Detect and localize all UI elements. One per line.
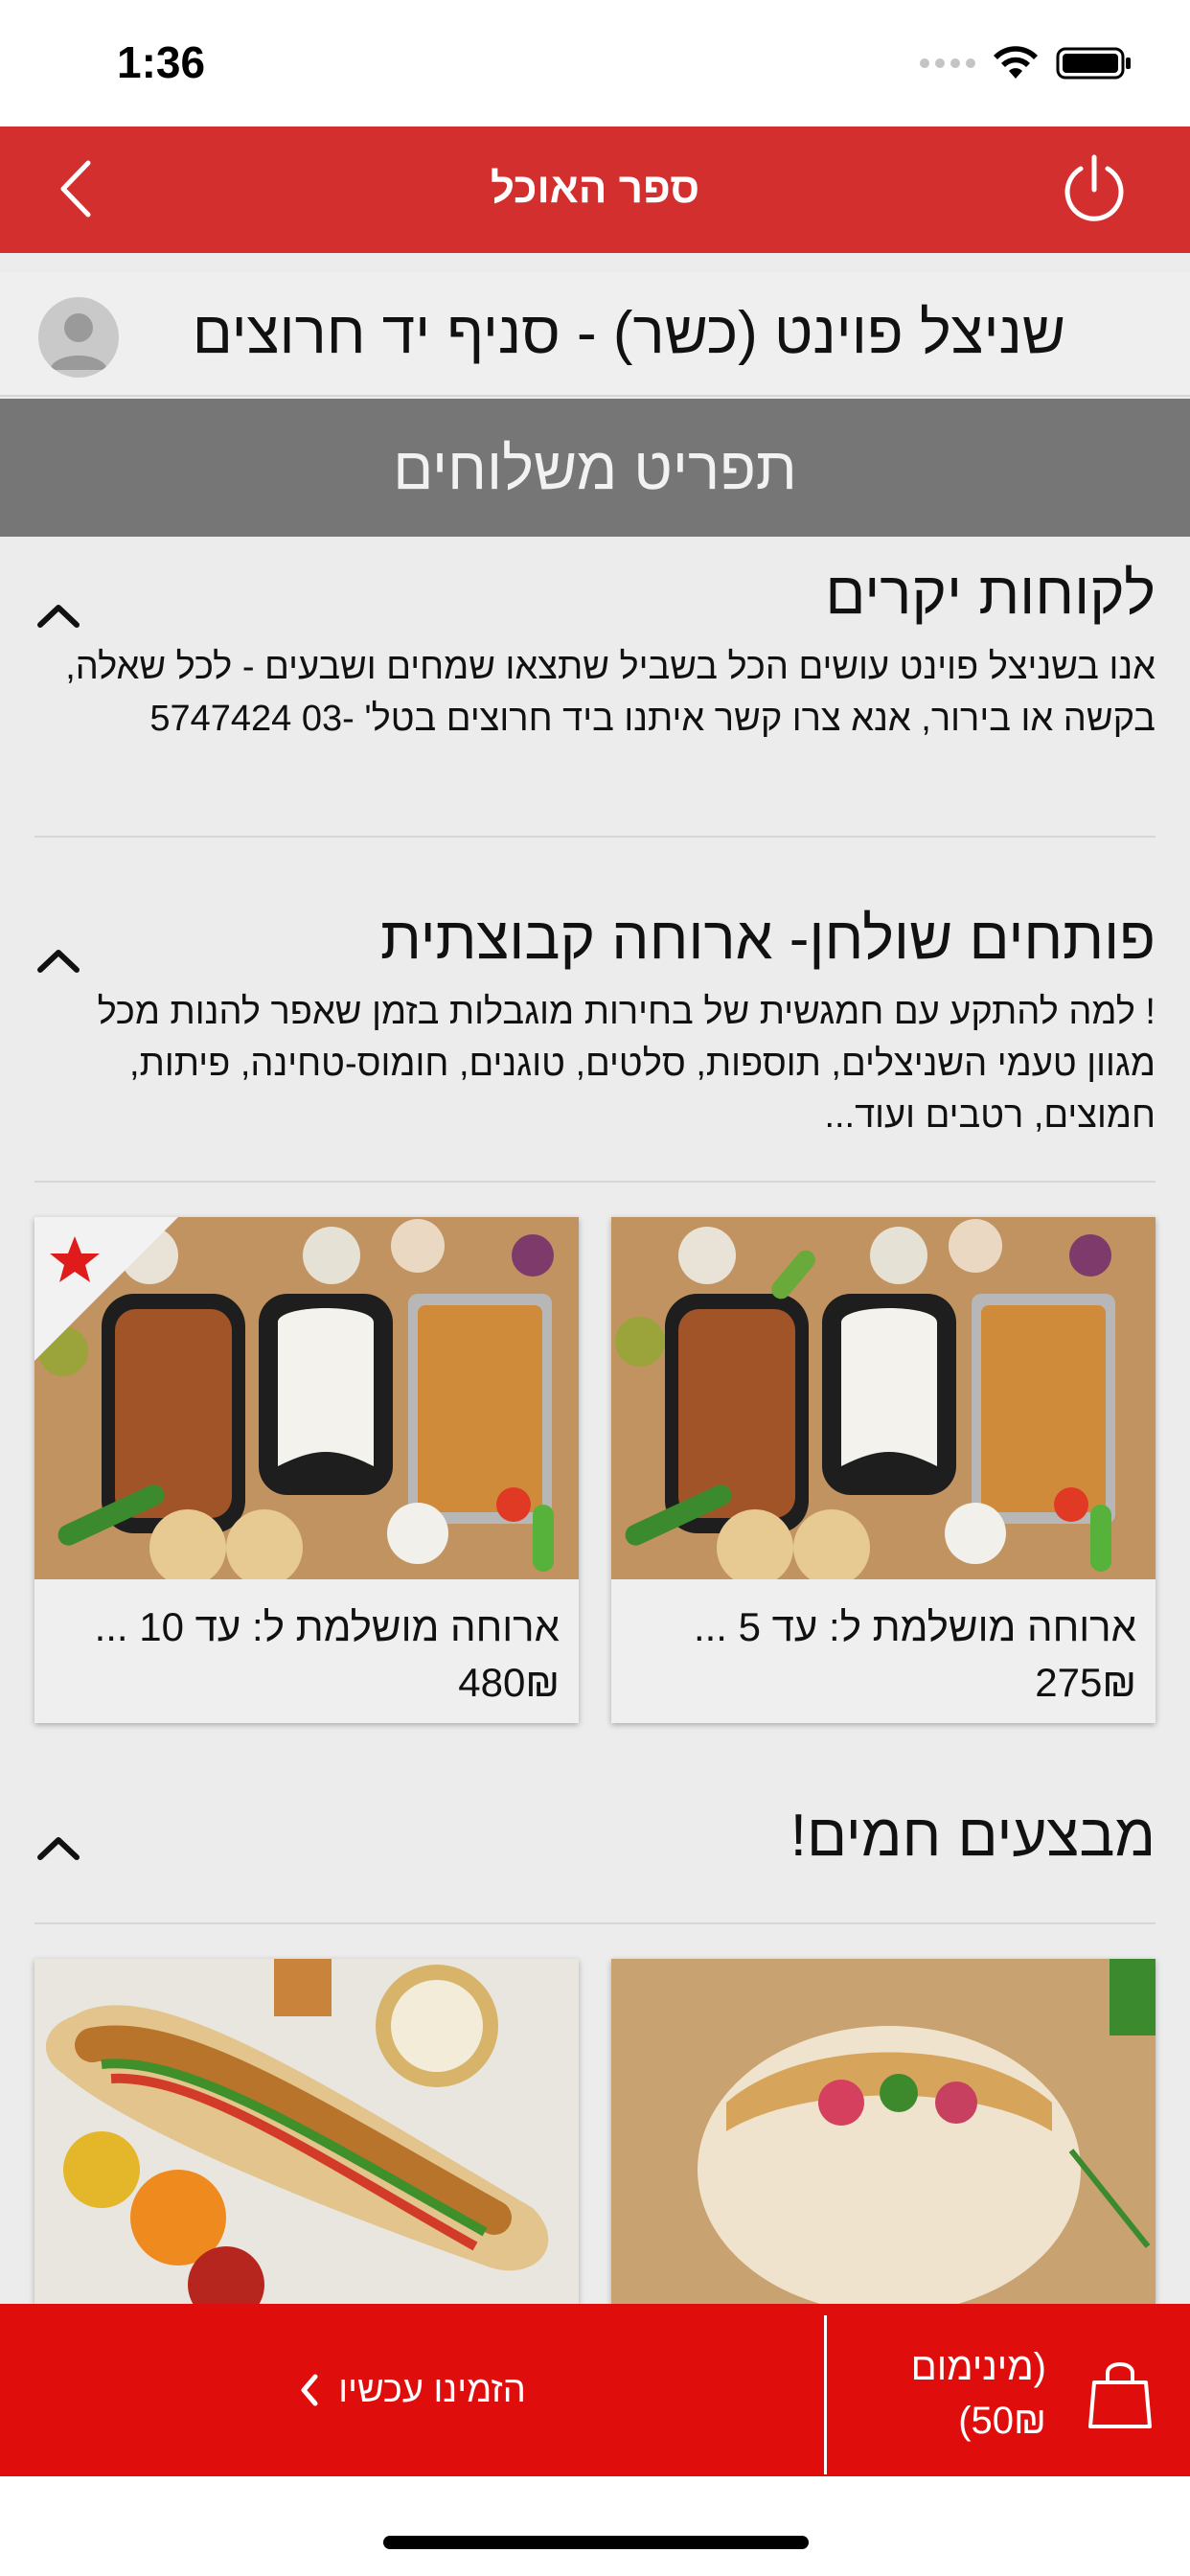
menu-banner: תפריט משלוחים <box>0 399 1190 537</box>
deal-card[interactable] <box>34 1959 579 2304</box>
restaurant-name: שניצל פוינט (כשר) - סניף יד חרוצים <box>192 300 1065 366</box>
minimum-order-label: (מינימום 50₪) <box>911 2340 1046 2448</box>
section-title: מבצעים חמים! <box>790 1803 1156 1869</box>
menu-item-name: ארוחה מושלמת ל: עד 10 ... <box>94 1604 560 1649</box>
signal-icon <box>920 58 975 68</box>
menu-item-price: 480₪ <box>458 1660 560 1705</box>
section-description: ! למה להתקע עם חמגשית של בחירות מוגבלות … <box>97 992 1156 1136</box>
cart-button[interactable]: (מינימום 50₪) <box>843 2304 1190 2476</box>
wifi-icon <box>994 46 1038 79</box>
order-now-button[interactable]: הזמינו עכשיו <box>0 2304 824 2476</box>
section-header-group-meal[interactable]: פותחים שולחן- ארוחה קבוצתית ! למה להתקע … <box>34 905 1156 1141</box>
divider <box>34 1922 1156 1924</box>
star-icon <box>50 1236 100 1282</box>
menu-item-card[interactable]: ארוחה מושלמת ל: עד 10 ... 480₪ <box>34 1217 579 1723</box>
section-description: אנו בשניצל פוינט עושים הכל בשביל שתצאו ש… <box>65 647 1156 739</box>
chevron-left-icon <box>301 2374 318 2406</box>
menu-item-name: ארוחה מושלמת ל: עד 5 ... <box>693 1604 1136 1649</box>
deal-card[interactable] <box>611 1959 1156 2304</box>
nav-bar: ספר האוכל <box>0 126 1190 253</box>
chevron-up-icon[interactable] <box>34 941 82 979</box>
shopping-bag-icon <box>1088 2362 1152 2428</box>
menu-item-price: 275₪ <box>1035 1660 1136 1705</box>
section-title: לקוחות יקרים <box>825 561 1156 627</box>
home-area <box>0 2476 1190 2576</box>
baguette-image <box>34 1959 579 2304</box>
chevron-up-icon[interactable] <box>34 1828 82 1867</box>
chevron-up-icon[interactable] <box>34 596 82 634</box>
menu-title: תפריט משלוחים <box>393 436 797 502</box>
minimum-line-2: 50₪) <box>958 2400 1046 2442</box>
menu-item-card[interactable]: ארוחה מושלמת ל: עד 5 ... 275₪ <box>611 1217 1156 1723</box>
order-now-label: הזמינו עכשיו <box>338 2369 526 2410</box>
divider <box>824 2315 827 2474</box>
divider <box>34 1181 1156 1183</box>
meal-tray-image <box>611 1217 1156 1579</box>
power-icon[interactable] <box>1056 151 1133 228</box>
bottom-bar: הזמינו עכשיו (מינימום 50₪) <box>0 2304 1190 2476</box>
pita-image <box>611 1959 1156 2304</box>
section-header-dear-customers[interactable]: לקוחות יקרים אנו בשניצל פוינט עושים הכל … <box>34 560 1156 745</box>
restaurant-header: שניצל פוינט (כשר) - סניף יד חרוצים <box>0 272 1190 397</box>
divider <box>34 836 1156 838</box>
section-title: פותחים שולחן- ארוחה קבוצתית <box>379 906 1156 972</box>
status-time: 1:36 <box>117 37 206 87</box>
page-title: ספר האוכל <box>490 165 700 212</box>
section-header-hot-deals[interactable]: מבצעים חמים! <box>34 1802 1156 1870</box>
battery-icon <box>1056 47 1131 80</box>
status-bar: 1:36 <box>0 0 1190 126</box>
user-avatar-icon[interactable] <box>38 297 119 378</box>
minimum-line-1: (מינימום <box>910 2346 1046 2388</box>
home-indicator[interactable] <box>383 2536 809 2549</box>
status-icons <box>920 46 1133 80</box>
